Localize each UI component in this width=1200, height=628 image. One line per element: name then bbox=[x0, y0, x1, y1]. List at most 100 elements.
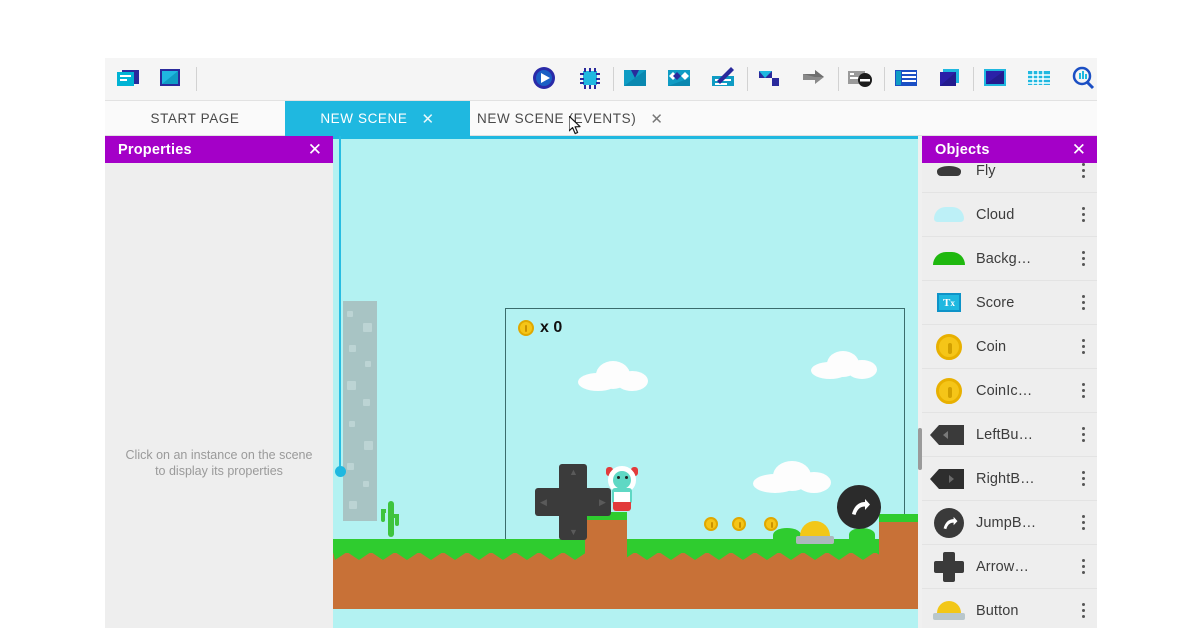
properties-list-icon[interactable] bbox=[891, 66, 921, 92]
scene-left-boundary bbox=[339, 136, 341, 472]
layers-icon[interactable] bbox=[935, 66, 965, 92]
scene-resize-handle[interactable] bbox=[335, 466, 346, 477]
object-menu-icon[interactable] bbox=[1069, 339, 1097, 354]
object-menu-icon[interactable] bbox=[1069, 603, 1097, 618]
toolbar-divider bbox=[973, 67, 974, 91]
coin-instance[interactable] bbox=[764, 517, 778, 531]
object-label: Cloud bbox=[976, 206, 1015, 223]
cloud-instance[interactable] bbox=[811, 351, 877, 379]
import-scene-icon[interactable] bbox=[620, 66, 650, 92]
properties-panel: Properties ✕ Click on an instance on the… bbox=[105, 136, 333, 628]
cloud-thumbnail bbox=[922, 193, 976, 237]
objects-panel: Objects ✕ Fly Cloud Backg… Tx Score Coin… bbox=[922, 136, 1097, 628]
object-label: Score bbox=[976, 294, 1015, 311]
object-row-rightbutton[interactable]: RightB… bbox=[922, 457, 1097, 501]
object-menu-icon[interactable] bbox=[1069, 471, 1097, 486]
score-text-thumbnail: Tx bbox=[922, 281, 976, 325]
arrow-pad-thumbnail bbox=[922, 545, 976, 589]
object-menu-icon[interactable] bbox=[1069, 559, 1097, 574]
score-hud: x 0 bbox=[518, 319, 562, 337]
object-row-score[interactable]: Tx Score bbox=[922, 281, 1097, 325]
coin-icon-thumbnail bbox=[922, 369, 976, 413]
toolbar-divider bbox=[613, 67, 614, 91]
left-button-thumbnail bbox=[922, 413, 976, 457]
object-menu-icon[interactable] bbox=[1069, 251, 1097, 266]
scene-editor-window: START PAGE NEW SCENE ✕ NEW SCENE (EVENTS… bbox=[105, 58, 1097, 628]
scene-frame-icon[interactable] bbox=[980, 66, 1010, 92]
duplicate-icon[interactable] bbox=[664, 66, 694, 92]
properties-panel-title: Properties bbox=[118, 141, 192, 158]
redo-icon[interactable] bbox=[799, 66, 829, 92]
object-label: Backg… bbox=[976, 250, 1032, 267]
object-row-fly[interactable]: Fly bbox=[922, 149, 1097, 193]
undo-icon[interactable] bbox=[755, 66, 785, 92]
jump-button-instance[interactable] bbox=[837, 485, 881, 529]
toolbar-divider bbox=[196, 67, 197, 91]
object-label: Button bbox=[976, 602, 1019, 619]
object-row-button[interactable]: Button bbox=[922, 589, 1097, 628]
cactus-instance[interactable] bbox=[381, 501, 399, 537]
properties-panel-header: Properties ✕ bbox=[105, 136, 333, 163]
fly-thumbnail bbox=[922, 149, 976, 193]
toolbar-divider bbox=[838, 67, 839, 91]
properties-empty-message: Click on an instance on the scene to dis… bbox=[125, 448, 313, 478]
tab-close-icon[interactable]: ✕ bbox=[650, 110, 663, 128]
object-menu-icon[interactable] bbox=[1069, 515, 1097, 530]
tab-label: NEW SCENE (EVENTS) bbox=[477, 111, 637, 126]
coin-instance[interactable] bbox=[732, 517, 746, 531]
button-thumbnail bbox=[922, 589, 976, 628]
object-menu-icon[interactable] bbox=[1069, 427, 1097, 442]
object-menu-icon[interactable] bbox=[1069, 295, 1097, 310]
object-row-jumpbutton[interactable]: JumpB… bbox=[922, 501, 1097, 545]
brick-column-instance[interactable] bbox=[343, 301, 377, 521]
cloud-instance[interactable] bbox=[753, 461, 831, 493]
object-row-leftbutton[interactable]: LeftBu… bbox=[922, 413, 1097, 457]
jump-arrow-icon bbox=[852, 499, 870, 515]
object-label: Coin bbox=[976, 338, 1007, 355]
coin-thumbnail bbox=[922, 325, 976, 369]
close-icon[interactable]: ✕ bbox=[308, 141, 322, 158]
network-preview-icon[interactable] bbox=[575, 66, 605, 92]
save-project-icon[interactable] bbox=[155, 66, 185, 92]
score-value: x 0 bbox=[540, 319, 563, 336]
open-project-icon[interactable] bbox=[113, 66, 143, 92]
tab-label: NEW SCENE bbox=[320, 111, 408, 126]
coin-instance[interactable] bbox=[704, 517, 718, 531]
object-row-arrowpad[interactable]: Arrow… bbox=[922, 545, 1097, 589]
object-menu-icon[interactable] bbox=[1069, 207, 1097, 222]
object-row-coin[interactable]: Coin bbox=[922, 325, 1097, 369]
object-label: JumpB… bbox=[976, 514, 1037, 531]
zoom-search-icon[interactable] bbox=[1068, 66, 1097, 92]
tab-bar: START PAGE NEW SCENE ✕ NEW SCENE (EVENTS… bbox=[105, 101, 1097, 136]
scene-top-boundary bbox=[333, 136, 919, 139]
object-row-coinicon[interactable]: CoinIc… bbox=[922, 369, 1097, 413]
cloud-instance[interactable] bbox=[578, 361, 648, 391]
object-label: Arrow… bbox=[976, 558, 1029, 575]
tab-new-scene[interactable]: NEW SCENE ✕ bbox=[285, 101, 470, 136]
objects-list[interactable]: Fly Cloud Backg… Tx Score Coin CoinIc… L… bbox=[922, 149, 1097, 628]
preview-play-icon[interactable] bbox=[529, 66, 559, 92]
object-label: RightB… bbox=[976, 470, 1035, 487]
toolbar-divider bbox=[747, 67, 748, 91]
tab-start-page[interactable]: START PAGE bbox=[105, 101, 285, 136]
grid-icon[interactable] bbox=[1024, 66, 1054, 92]
platform-instance[interactable] bbox=[879, 514, 919, 564]
toolbar-divider bbox=[884, 67, 885, 91]
coin-icon bbox=[518, 320, 534, 336]
object-row-background[interactable]: Backg… bbox=[922, 237, 1097, 281]
object-label: CoinIc… bbox=[976, 382, 1033, 399]
bush-instance bbox=[849, 528, 875, 541]
tab-close-icon[interactable]: ✕ bbox=[422, 110, 435, 128]
debug-disabled-icon[interactable] bbox=[845, 66, 875, 92]
right-button-thumbnail bbox=[922, 457, 976, 501]
tab-new-scene-events[interactable]: NEW SCENE (EVENTS) ✕ bbox=[477, 101, 663, 136]
main-toolbar bbox=[105, 58, 1097, 101]
object-row-cloud[interactable]: Cloud bbox=[922, 193, 1097, 237]
yellow-button-instance[interactable] bbox=[796, 521, 838, 545]
scene-canvas[interactable]: x 0 ◀ ▶ ▲ ▼ bbox=[333, 136, 919, 628]
object-menu-icon[interactable] bbox=[1069, 383, 1097, 398]
object-menu-icon[interactable] bbox=[1069, 163, 1097, 178]
edit-icon[interactable] bbox=[708, 66, 738, 92]
object-label: Fly bbox=[976, 162, 996, 179]
arrow-pad-instance[interactable]: ◀ ▶ ▲ ▼ bbox=[535, 464, 611, 540]
